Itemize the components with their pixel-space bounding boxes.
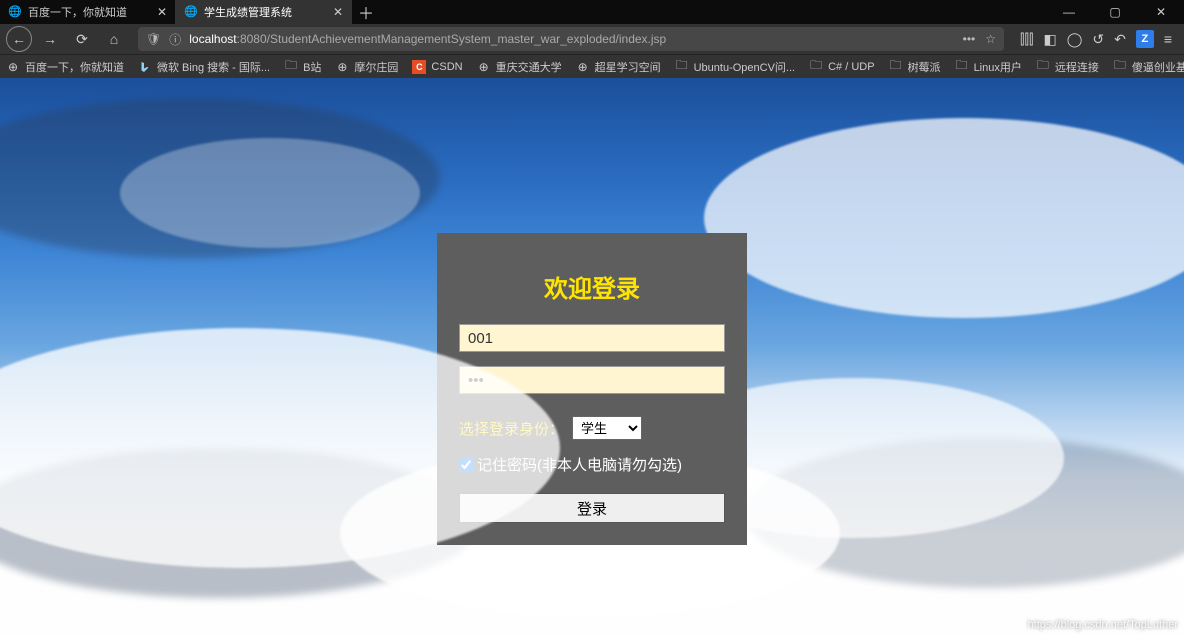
bookmark-item[interactable]: ⊕百度一下，你就知道 (6, 59, 124, 75)
tab-label: 学生成绩管理系统 (204, 4, 327, 20)
library-icon[interactable]: ⫿⫿⫿ (1020, 31, 1033, 48)
reload-button[interactable]: ⟳ (68, 26, 96, 52)
folder-icon: 🗀 (284, 60, 298, 74)
shield-icon: 🛡 (146, 32, 161, 46)
folder-icon: 🗀 (889, 60, 903, 74)
account-icon[interactable]: ◯ (1067, 31, 1083, 48)
remember-row[interactable]: 记住密码(非本人电脑请勿勾选) (459, 454, 725, 475)
url-bar[interactable]: 🛡 ⓘ localhost:8080/StudentAchievementMan… (138, 27, 1004, 51)
toolbar: ← → ⟳ ⌂ 🛡 ⓘ localhost:8080/StudentAchiev… (0, 24, 1184, 54)
remember-checkbox[interactable] (459, 458, 473, 472)
login-button[interactable]: 登录 (459, 493, 725, 523)
sidebar-icon[interactable]: ◧ (1043, 31, 1056, 48)
info-icon: ⓘ (169, 31, 181, 48)
home-button[interactable]: ⌂ (100, 26, 128, 52)
bookmark-item[interactable]: 🗀树莓派 (889, 59, 941, 75)
login-panel: 欢迎登录 选择登录身份： 学生 教师 管理员 记住密码(非本人电脑请勿勾选) 登… (437, 233, 747, 545)
password-input[interactable] (459, 366, 725, 394)
bookmark-item[interactable]: 🗀Linux用户 (955, 59, 1022, 75)
tab-app[interactable]: 🌐 学生成绩管理系统 ✕ (176, 0, 352, 24)
bookmark-item[interactable]: 🗀B站 (284, 59, 321, 75)
undo-icon[interactable]: ↶ (1114, 31, 1126, 48)
remember-label: 记住密码(非本人电脑请勿勾选) (477, 454, 682, 475)
folder-icon: 🗀 (1036, 60, 1050, 74)
favicon-globe: 🌐 (8, 5, 22, 19)
globe-icon: ⊕ (477, 60, 491, 74)
url-text: localhost:8080/StudentAchievementManagem… (189, 32, 666, 46)
page-content: 欢迎登录 选择登录身份： 学生 教师 管理员 记住密码(非本人电脑请勿勾选) 登… (0, 78, 1184, 635)
close-window-button[interactable]: ✕ (1138, 0, 1184, 24)
folder-icon: 🗀 (1113, 60, 1127, 74)
favicon-globe: 🌐 (184, 5, 198, 19)
more-icon[interactable]: ••• (963, 32, 976, 46)
bookmark-item[interactable]: 🗀远程连接 (1036, 59, 1099, 75)
bookmark-item[interactable]: CCSDN (412, 60, 462, 74)
maximize-button[interactable]: ▢ (1092, 0, 1138, 24)
bookmark-item[interactable]: 微软 Bing 搜索 - 国际... (138, 59, 270, 75)
folder-icon: 🗀 (955, 60, 969, 74)
toolbar-right: ⫿⫿⫿ ◧ ◯ ↺ ↶ Z ≡ (1014, 30, 1178, 48)
bookmark-item[interactable]: ⊕重庆交通大学 (477, 59, 562, 75)
globe-icon: ⊕ (576, 60, 590, 74)
role-row: 选择登录身份： 学生 教师 管理员 (459, 416, 725, 440)
tab-baidu[interactable]: 🌐 百度一下，你就知道 ✕ (0, 0, 176, 24)
url-actions: ••• ☆ (963, 32, 996, 46)
username-input[interactable] (459, 324, 725, 352)
bookmark-item[interactable]: ⊕超星学习空间 (576, 59, 661, 75)
new-tab-button[interactable]: ＋ (352, 0, 380, 24)
minimize-button[interactable]: — (1046, 0, 1092, 24)
bookmark-item[interactable]: 🗀傻逼创业基础 (1113, 59, 1184, 75)
sync-icon[interactable]: ↺ (1092, 31, 1104, 48)
menu-icon[interactable]: ≡ (1164, 31, 1172, 47)
bookmarks-bar: ⊕百度一下，你就知道 微软 Bing 搜索 - 国际... 🗀B站 ⊕摩尔庄园 … (0, 54, 1184, 78)
window-controls: — ▢ ✕ (1046, 0, 1184, 24)
forward-button[interactable]: → (36, 26, 64, 52)
role-select[interactable]: 学生 教师 管理员 (572, 416, 642, 440)
bing-icon (138, 60, 152, 74)
tab-label: 百度一下，你就知道 (28, 4, 151, 20)
bookmark-item[interactable]: ⊕摩尔庄园 (335, 59, 398, 75)
bookmark-item[interactable]: 🗀Ubuntu-OpenCV问... (675, 59, 796, 75)
back-button[interactable]: ← (6, 26, 32, 52)
role-label: 选择登录身份： (459, 418, 564, 439)
folder-icon: 🗀 (675, 60, 689, 74)
globe-icon: ⊕ (335, 60, 349, 74)
csdn-icon: C (412, 60, 426, 74)
globe-icon: ⊕ (6, 60, 20, 74)
login-title: 欢迎登录 (459, 269, 725, 304)
close-icon[interactable]: ✕ (157, 5, 167, 19)
watermark: https://blog.csdn.net/TopLuther (1028, 619, 1178, 631)
bookmark-item[interactable]: 🗀C# / UDP (809, 60, 874, 74)
folder-icon: 🗀 (809, 60, 823, 74)
extension-z-icon[interactable]: Z (1136, 30, 1154, 48)
close-icon[interactable]: ✕ (333, 5, 343, 19)
bookmark-star-icon[interactable]: ☆ (985, 32, 996, 46)
tabs-row: 🌐 百度一下，你就知道 ✕ 🌐 学生成绩管理系统 ✕ ＋ — ▢ ✕ (0, 0, 1184, 24)
